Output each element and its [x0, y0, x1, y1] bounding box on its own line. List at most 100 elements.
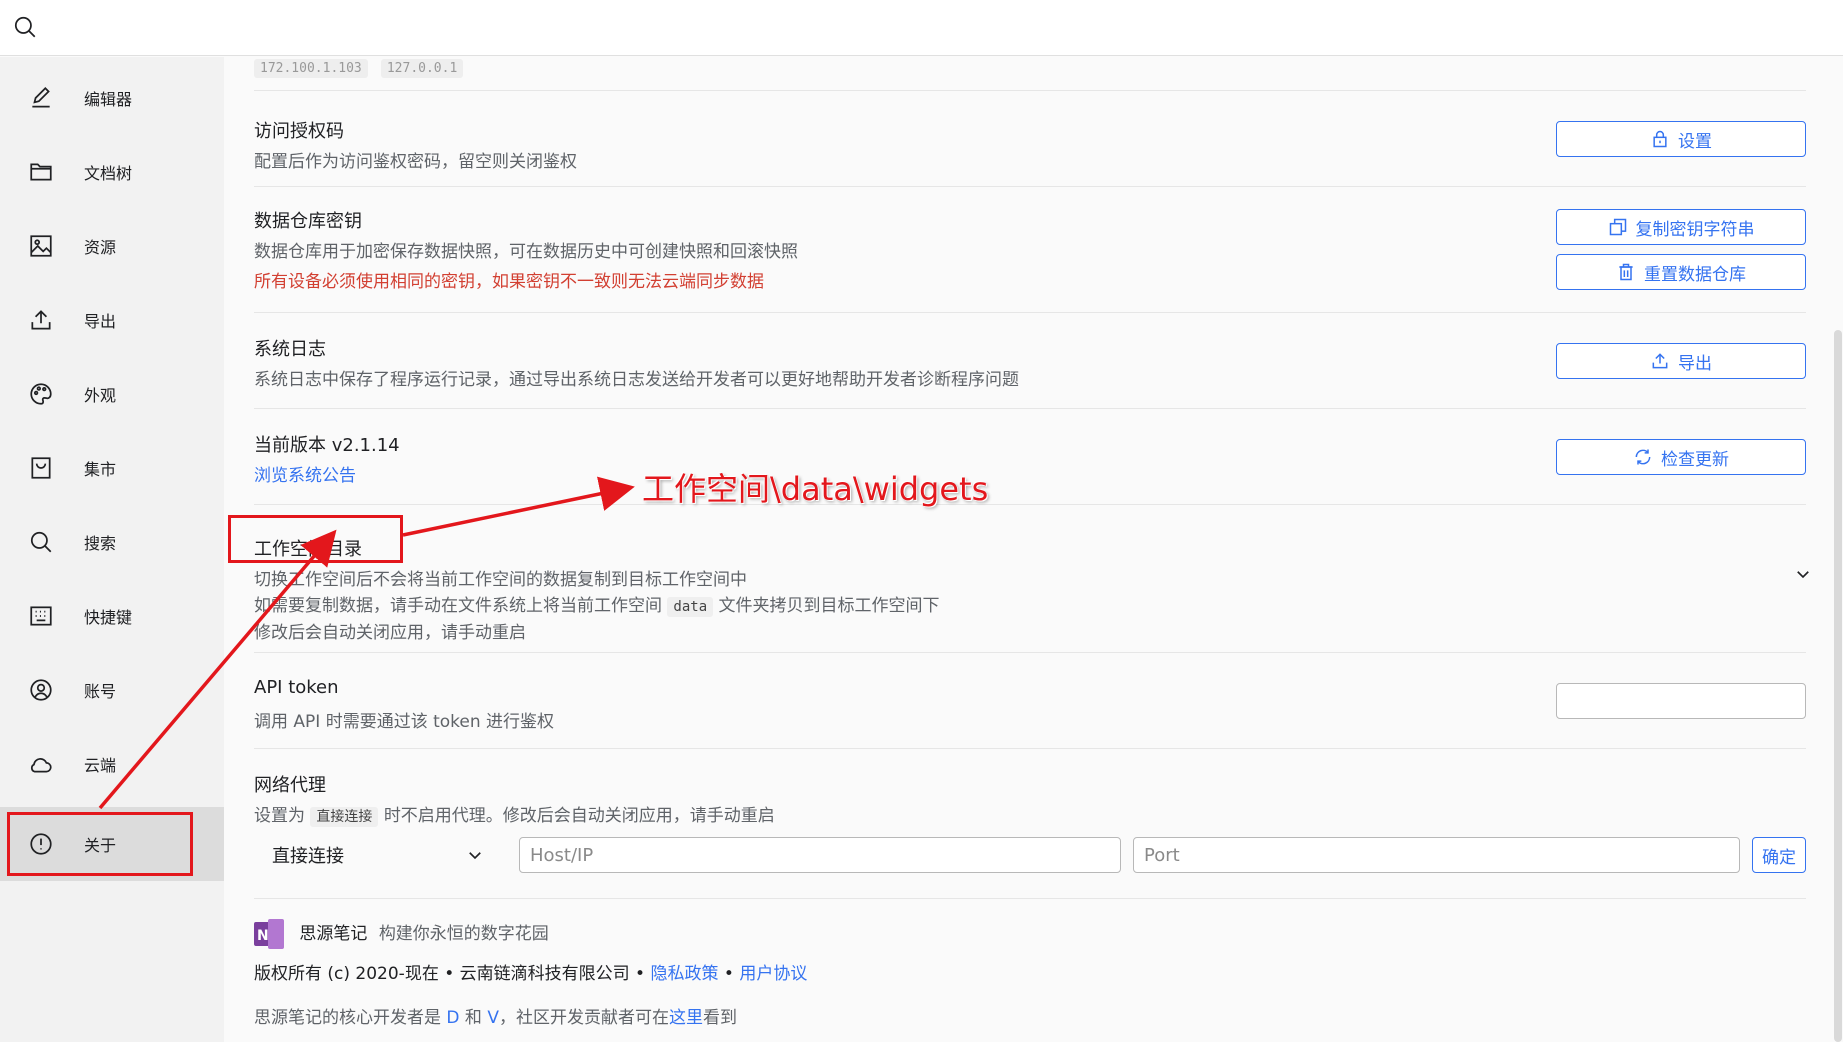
- sidebar-item-assets[interactable]: 资源: [0, 209, 224, 283]
- sidebar-item-label: 搜索: [84, 534, 117, 553]
- desc-text: 设置为: [254, 806, 305, 826]
- desc-text: 和: [464, 1008, 482, 1028]
- pencil-icon: [32, 87, 50, 108]
- access-auth-code-row: 访问授权码 配置后作为访问鉴权密码，留空则关闭鉴权 设置: [254, 91, 1806, 187]
- api-token-row: API token 调用 API 时需要通过该 token 进行鉴权: [254, 653, 1806, 749]
- row-description: 数据仓库用于加密保存数据快照，可在数据历史中可创建快照和回滚快照: [254, 242, 798, 262]
- network-address-list: 172.100.1.103 127.0.0.1: [254, 57, 471, 78]
- sidebar-item-label: 云端: [84, 756, 117, 775]
- about-settings-panel: 172.100.1.103 127.0.0.1 访问授权码 配置后作为访问鉴权密…: [224, 57, 1819, 1042]
- button-label: 设置: [1678, 131, 1712, 152]
- inline-code: 直接连接: [310, 807, 379, 827]
- search-icon[interactable]: [12, 14, 38, 40]
- system-log-row: 系统日志 系统日志中保存了程序运行记录，通过导出系统日志发送给开发者可以更好地帮…: [254, 313, 1806, 409]
- sidebar-item-account[interactable]: 账号: [0, 653, 224, 727]
- sidebar-item-label: 集市: [84, 460, 117, 479]
- network-proxy-row: 网络代理 设置为 直接连接 时不启用代理。修改后会自动关闭应用，请手动重启 直接…: [254, 749, 1806, 899]
- desc-text: 看到: [702, 1008, 737, 1028]
- repo-key-warning: 所有设备必须使用相同的密钥，如果密钥不一致则无法云端同步数据: [254, 272, 764, 292]
- selected-value: 直接连接: [272, 846, 344, 867]
- chevron-down-icon: [469, 852, 481, 860]
- image-icon: [30, 235, 52, 257]
- app-branding: N 思源笔记 构建你永恒的数字花园: [254, 919, 549, 949]
- annotation-box-workspace: [228, 515, 403, 563]
- siyuan-logo-icon: N: [254, 919, 284, 949]
- repo-key-row: 数据仓库密钥 数据仓库用于加密保存数据快照，可在数据历史中可创建快照和回滚快照 …: [254, 187, 1806, 313]
- sidebar-item-label: 账号: [84, 682, 117, 701]
- sidebar-item-doctree[interactable]: 文档树: [0, 135, 224, 209]
- refresh-icon: [1635, 449, 1651, 465]
- ip-address-chip: 172.100.1.103: [254, 59, 368, 78]
- desc-text: ，社区开发贡献者可在: [498, 1008, 669, 1028]
- check-update-button[interactable]: 检查更新: [1556, 439, 1806, 475]
- svg-text:N: N: [257, 928, 269, 944]
- developer-d-link[interactable]: D: [446, 1008, 459, 1028]
- sidebar-item-appearance[interactable]: 外观: [0, 357, 224, 431]
- sidebar-item-cloud[interactable]: 云端: [0, 727, 224, 801]
- desc-text: 文件夹拷贝到目标工作空间下: [718, 596, 940, 616]
- sidebar-item-editor[interactable]: 编辑器: [0, 61, 224, 135]
- main-scrollbar[interactable]: [1834, 330, 1842, 1042]
- proxy-port-input[interactable]: [1133, 837, 1740, 873]
- button-label: 重置数据仓库: [1644, 264, 1746, 285]
- account-icon: [30, 679, 52, 701]
- system-announcement-link[interactable]: 浏览系统公告: [254, 461, 356, 486]
- palette-icon: [30, 383, 52, 405]
- contributors-here-link[interactable]: 这里: [669, 1008, 703, 1028]
- folder-icon: [30, 163, 52, 181]
- desc-text: 时不启用代理。修改后会自动关闭应用，请手动重启: [383, 806, 775, 826]
- trash-icon: [1619, 263, 1633, 281]
- export-log-button[interactable]: 导出: [1556, 343, 1806, 379]
- sidebar-item-export[interactable]: 导出: [0, 283, 224, 357]
- proxy-confirm-button[interactable]: 确定: [1752, 837, 1806, 873]
- cloud-icon: [30, 758, 52, 773]
- copyright-line: 版权所有 (c) 2020-现在 • 云南链滴科技有限公司 • 隐私政策 • 用…: [254, 959, 807, 984]
- sidebar-item-label: 编辑器: [84, 90, 133, 109]
- bazaar-icon: [31, 457, 51, 479]
- row-title: API token: [254, 677, 339, 698]
- proxy-host-input[interactable]: [519, 837, 1121, 873]
- current-version: 当前版本 v2.1.14: [254, 435, 400, 456]
- workspace-directory-row[interactable]: 工作空间目录 切换工作空间后不会将当前工作空间的数据复制到目标工作空间中 如需要…: [254, 505, 1809, 653]
- annotation-box-about: [7, 812, 193, 876]
- lock-icon: [1653, 130, 1667, 148]
- row-description: 配置后作为访问鉴权密码，留空则关闭鉴权: [254, 152, 577, 172]
- button-label: 复制密钥字符串: [1635, 219, 1755, 240]
- copy-icon: [1609, 218, 1626, 236]
- row-description: 调用 API 时需要通过该 token 进行鉴权: [254, 712, 555, 732]
- upload-icon: [1652, 353, 1668, 369]
- reset-repo-button[interactable]: 重置数据仓库: [1556, 254, 1806, 290]
- chevron-down-icon[interactable]: [1794, 565, 1812, 583]
- api-token-field[interactable]: [1556, 683, 1806, 719]
- version-row: 当前版本 v2.1.14 浏览系统公告 检查更新: [254, 409, 1806, 505]
- copy-key-string-button[interactable]: 复制密钥字符串: [1556, 209, 1806, 245]
- row-description: 设置为 直接连接 时不启用代理。修改后会自动关闭应用，请手动重启: [254, 801, 775, 827]
- user-agreement-link[interactable]: 用户协议: [739, 964, 807, 984]
- button-label: 检查更新: [1661, 449, 1729, 470]
- row-title: 访问授权码: [254, 121, 344, 142]
- sidebar-item-search[interactable]: 搜索: [0, 505, 224, 579]
- row-description: 系统日志中保存了程序运行记录，通过导出系统日志发送给开发者可以更好地帮助开发者诊…: [254, 370, 1019, 390]
- proxy-scheme-select[interactable]: 直接连接: [254, 837, 494, 873]
- inline-code: data: [667, 597, 714, 617]
- privacy-policy-link[interactable]: 隐私政策: [651, 964, 719, 984]
- network-address-row: 172.100.1.103 127.0.0.1: [254, 57, 1806, 91]
- sidebar-item-keymap[interactable]: 快捷键: [0, 579, 224, 653]
- upload-icon: [31, 310, 51, 330]
- row-title: 网络代理: [254, 775, 326, 796]
- sidebar-item-bazaar[interactable]: 集市: [0, 431, 224, 505]
- app-slogan: 构建你永恒的数字花园: [378, 924, 549, 944]
- search-icon: [30, 531, 52, 553]
- sidebar-item-label: 文档树: [84, 164, 133, 183]
- row-title: 系统日志: [254, 339, 326, 360]
- developer-v-link[interactable]: V: [487, 1008, 499, 1028]
- developers-line: 思源笔记的核心开发者是 D 和 V，社区开发贡献者可在这里看到: [254, 1003, 737, 1028]
- sidebar-item-label: 快捷键: [84, 608, 133, 627]
- copyright-text: 版权所有 (c) 2020-现在 • 云南链滴科技有限公司 •: [254, 964, 646, 984]
- search-input[interactable]: [48, 10, 1748, 46]
- desc-text: 如需要复制数据，请手动在文件系统上将当前工作空间: [254, 596, 662, 616]
- set-auth-code-button[interactable]: 设置: [1556, 121, 1806, 157]
- button-label: 导出: [1678, 353, 1712, 374]
- top-search-bar: [0, 0, 1843, 56]
- settings-sidebar: 编辑器 文档树 资源 导出 外观 集市 搜索 快捷键 账号 云端 关于: [0, 57, 224, 1042]
